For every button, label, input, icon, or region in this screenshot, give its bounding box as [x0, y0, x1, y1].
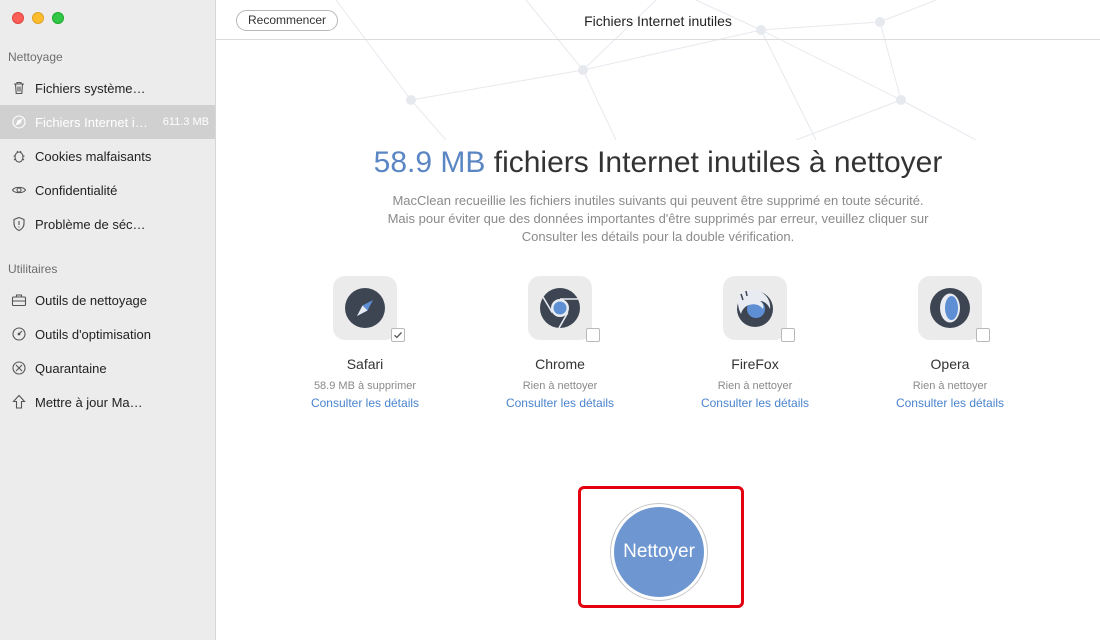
view-details-link[interactable]: Consulter les détails — [480, 396, 640, 410]
browser-icon-box — [918, 276, 990, 342]
view-details-link[interactable]: Consulter les détails — [870, 396, 1030, 410]
browser-icon-box — [723, 276, 795, 342]
sidebar-item-label: Quarantaine — [35, 360, 107, 376]
browser-status: Rien à nettoyer — [912, 380, 988, 392]
minimize-window-button[interactable] — [32, 12, 44, 24]
browser-card-chrome: Chrome Rien à nettoyer Consulter les dét… — [480, 276, 640, 410]
browser-card-safari: Safari 58.9 MB à supprimer Consulter les… — [285, 276, 445, 410]
section-title-cleaning: Nettoyage — [8, 50, 63, 64]
page-headline: 58.9 MB fichiers Internet inutiles à net… — [216, 146, 1100, 180]
sidebar-item-label: Fichiers Internet i… — [35, 114, 148, 130]
headline-text: fichiers Internet inutiles à nettoyer — [485, 146, 943, 179]
window-title: Fichiers Internet inutiles — [584, 13, 732, 29]
clean-button-highlight: Nettoyer — [578, 486, 744, 608]
sidebar-item-label: Outils de nettoyage — [35, 292, 148, 308]
browser-name: Opera — [930, 356, 970, 372]
window-controls — [12, 12, 64, 24]
bug-icon — [10, 147, 28, 165]
browser-status: Rien à nettoyer — [522, 380, 598, 392]
browser-name: Safari — [346, 356, 384, 372]
opera-checkbox[interactable] — [976, 328, 990, 342]
app-window: Nettoyage Fichiers système… Fichiers Int… — [0, 0, 1100, 640]
quarantine-icon — [10, 359, 28, 377]
sidebar-item-cleaning-tools[interactable]: Outils de nettoyage — [0, 283, 215, 317]
sidebar-item-label: Problème de séc… — [35, 216, 146, 232]
close-window-button[interactable] — [12, 12, 24, 24]
description-text: MacClean recueillie les fichiers inutile… — [387, 193, 929, 244]
chrome-checkbox[interactable] — [586, 328, 600, 342]
main-panel: Recommencer Fichiers Internet inutiles 5… — [216, 0, 1100, 640]
clean-button[interactable]: Nettoyer — [614, 507, 704, 597]
sidebar-item-internet-files[interactable]: Fichiers Internet i… 611.3 MB — [0, 105, 215, 139]
titlebar: Recommencer Fichiers Internet inutiles — [216, 0, 1100, 40]
sidebar-item-label: Mettre à jour Ma… — [35, 394, 143, 410]
gauge-icon — [10, 325, 28, 343]
chrome-icon — [540, 288, 580, 329]
browser-name: FireFox — [731, 356, 779, 372]
sidebar-item-privacy[interactable]: Confidentialité — [0, 173, 215, 207]
clean-button-ring: Nettoyer — [610, 503, 708, 601]
browser-card-firefox: FireFox Rien à nettoyer Consulter les dé… — [675, 276, 835, 410]
eye-icon — [10, 181, 28, 199]
browser-status: 58.9 MB à supprimer — [313, 380, 417, 392]
browser-card-opera: Opera Rien à nettoyer Consulter les déta… — [870, 276, 1030, 410]
view-details-link[interactable]: Consulter les détails — [675, 396, 835, 410]
browser-icon-box — [528, 276, 600, 342]
sidebar-item-label: Cookies malfaisants — [35, 148, 152, 164]
sidebar-item-label: Fichiers système… — [35, 80, 146, 96]
section-title-utilities: Utilitaires — [8, 262, 58, 276]
sidebar-item-quarantine[interactable]: Quarantaine — [0, 351, 215, 385]
sidebar-item-system-files[interactable]: Fichiers système… — [0, 71, 215, 105]
view-details-link[interactable]: Consulter les détails — [285, 396, 445, 410]
trash-icon — [10, 79, 28, 97]
sidebar-item-label: Outils d'optimisation — [35, 326, 151, 342]
browser-name: Chrome — [535, 356, 585, 372]
headline-amount: 58.9 MB — [373, 146, 486, 179]
sidebar-item-label: Confidentialité — [35, 182, 118, 198]
sidebar-item-size: 611.3 MB — [162, 116, 209, 128]
sidebar: Nettoyage Fichiers système… Fichiers Int… — [0, 0, 216, 640]
checkmark-icon — [394, 332, 402, 339]
sidebar-item-cookies[interactable]: Cookies malfaisants — [0, 139, 215, 173]
opera-icon — [930, 288, 970, 328]
firefox-icon — [737, 289, 773, 327]
sidebar-item-update[interactable]: Mettre à jour Ma… — [0, 385, 215, 419]
sidebar-item-optimization[interactable]: Outils d'optimisation — [0, 317, 215, 351]
sidebar-item-security[interactable]: Problème de séc… — [0, 207, 215, 241]
upload-arrow-icon — [10, 393, 28, 411]
browser-icon-box — [333, 276, 405, 342]
firefox-checkbox[interactable] — [781, 328, 795, 342]
compass-icon — [10, 113, 28, 131]
safari-checkbox[interactable] — [391, 328, 405, 342]
shield-icon — [10, 215, 28, 233]
toolbox-icon — [10, 291, 28, 309]
zoom-window-button[interactable] — [52, 12, 64, 24]
safari-icon — [345, 288, 385, 328]
browser-list: Safari 58.9 MB à supprimer Consulter les… — [216, 276, 1100, 426]
browser-status: Rien à nettoyer — [717, 380, 793, 392]
